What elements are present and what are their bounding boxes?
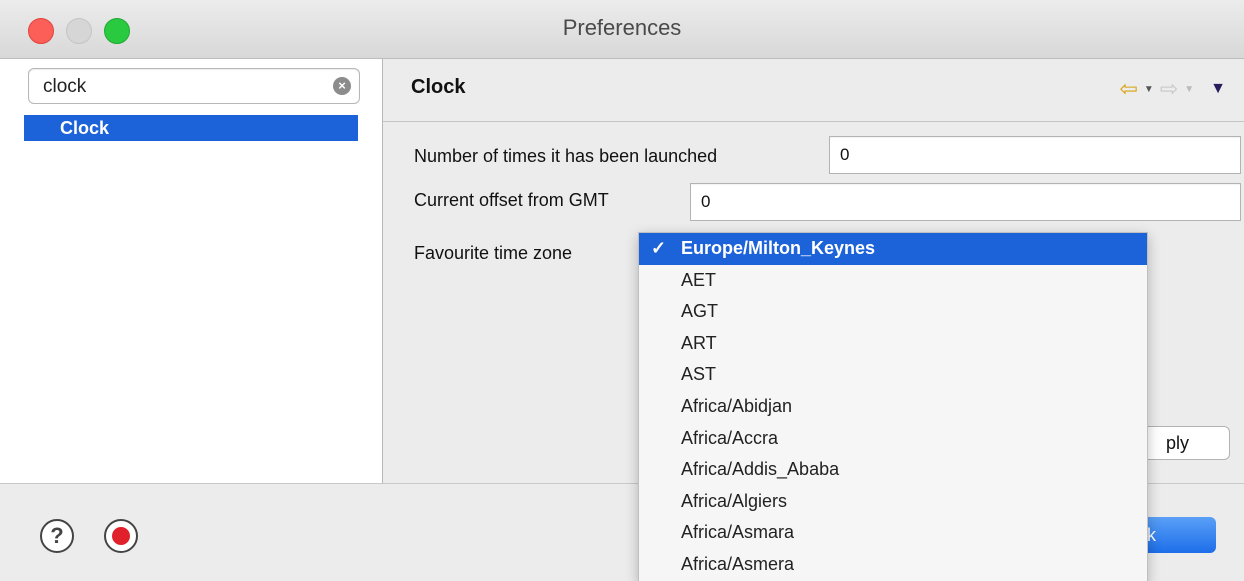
- window-title: Preferences: [562, 15, 682, 40]
- timezone-option-label: Europe/Milton_Keynes: [681, 238, 876, 258]
- record-macro-icon[interactable]: [104, 519, 138, 553]
- launch-count-label: Number of times it has been launched: [414, 146, 718, 166]
- timezone-option[interactable]: Africa/Abidjan: [639, 391, 1147, 423]
- apply-button-label: ply: [1165, 433, 1189, 453]
- timezone-option-label: Africa/Addis_Ababa: [681, 459, 840, 480]
- timezone-option-selected[interactable]: ✓ Europe/Milton_Keynes: [639, 233, 1147, 265]
- timezone-option[interactable]: Africa/Addis_Ababa: [639, 454, 1147, 486]
- timezone-option[interactable]: Africa/Asmara: [639, 517, 1147, 549]
- timezone-option[interactable]: AET: [639, 265, 1147, 297]
- timezone-option-label: ART: [681, 332, 717, 353]
- timezone-option-label: AET: [681, 269, 717, 290]
- timezone-option[interactable]: ART: [639, 328, 1147, 360]
- launch-count-field[interactable]: [829, 136, 1241, 174]
- timezone-option-label: Africa/Asmara: [681, 522, 795, 543]
- clear-search-icon[interactable]: ×: [333, 77, 351, 95]
- timezone-option[interactable]: Africa/Accra: [639, 423, 1147, 455]
- filter-search-input[interactable]: [41, 73, 325, 101]
- tree-item-label: Clock: [60, 118, 110, 138]
- timezone-option-label: AGT: [681, 301, 719, 322]
- timezone-dropdown-menu[interactable]: ✓ Europe/Milton_Keynes AET AGT ART AST A…: [638, 232, 1148, 581]
- timezone-option[interactable]: AGT: [639, 296, 1147, 328]
- filter-search-box: ×: [28, 68, 360, 104]
- title-bar[interactable]: Preferences: [0, 0, 1244, 59]
- gmt-offset-field[interactable]: [690, 183, 1241, 221]
- tree-item-clock[interactable]: Clock: [24, 115, 358, 141]
- timezone-option[interactable]: AST: [639, 359, 1147, 391]
- history-navigation: ⇦ ▼ ⇨ ▼ ▼: [1119, 77, 1226, 101]
- preference-tree-panel: × Clock: [0, 59, 383, 483]
- forward-arrow-icon[interactable]: ⇨: [1160, 77, 1178, 101]
- timezone-option-label: Africa/Accra: [681, 427, 779, 448]
- back-dropdown-icon[interactable]: ▼: [1144, 84, 1154, 95]
- launch-count-input[interactable]: [830, 137, 1240, 173]
- timezone-option-label: Africa/Abidjan: [681, 395, 793, 416]
- gmt-offset-label: Current offset from GMT: [414, 190, 609, 210]
- timezone-option[interactable]: Africa/Asmera: [639, 549, 1147, 581]
- ok-button-label: k: [1147, 525, 1156, 545]
- view-menu-icon[interactable]: ▼: [1210, 80, 1226, 98]
- timezone-option-label: Africa/Asmera: [681, 553, 795, 574]
- gmt-offset-input[interactable]: [691, 184, 1240, 220]
- checkmark-icon: ✓: [651, 238, 667, 258]
- timezone-label: Favourite time zone: [414, 243, 573, 263]
- timezone-option-label: AST: [681, 364, 717, 385]
- page-title: Clock: [411, 76, 466, 98]
- timezone-option-label: Africa/Algiers: [681, 490, 788, 511]
- timezone-option[interactable]: Africa/Algiers: [639, 486, 1147, 518]
- page-header: Clock ⇦ ▼ ⇨ ▼ ▼: [383, 59, 1244, 122]
- preferences-window: Preferences × Clock Clock ⇦ ▼ ⇨ ▼ ▼ Numb…: [0, 0, 1244, 581]
- forward-dropdown-icon[interactable]: ▼: [1184, 84, 1194, 95]
- help-icon[interactable]: ?: [40, 519, 74, 553]
- back-arrow-icon[interactable]: ⇦: [1119, 77, 1137, 101]
